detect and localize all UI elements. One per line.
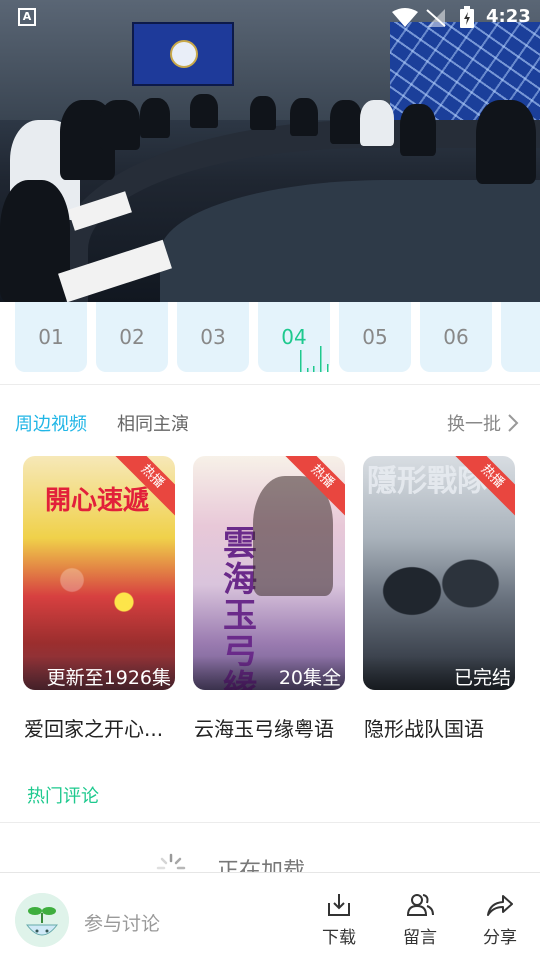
video-scene-person [100, 100, 140, 150]
signal-icon [426, 9, 446, 27]
video-player[interactable] [0, 0, 540, 302]
video-scene-person [140, 98, 170, 138]
video-scene-person [360, 100, 394, 146]
episode-item-active[interactable]: 04 [258, 302, 330, 372]
share-button[interactable]: 分享 [475, 891, 525, 951]
card-title[interactable]: 云海玉弓缘粤语 [194, 713, 346, 742]
comment-button[interactable]: 留言 [395, 891, 445, 951]
poster-art [373, 516, 503, 666]
poster-art-title: 開心速遞 [45, 486, 150, 516]
tab-same-actors[interactable]: 相同主演 [117, 410, 189, 436]
episode-item-partial[interactable] [501, 302, 540, 372]
divider [0, 384, 540, 385]
discuss-input[interactable]: 参与讨论 [84, 909, 160, 936]
bottom-action-bar: 参与讨论 下载 留言 分享 [0, 872, 540, 960]
loading-text: 正在加载 [217, 859, 306, 873]
video-scene-person [476, 100, 536, 184]
share-label: 分享 [483, 928, 517, 948]
video-scene-emblem [170, 40, 198, 68]
battery-icon [460, 6, 474, 28]
hot-comments-heading: 热门评论 [27, 786, 99, 807]
sprout-avatar-icon [15, 893, 69, 947]
poster-art [253, 476, 333, 596]
video-scene-person [250, 96, 276, 130]
share-icon [487, 895, 513, 916]
episode-list[interactable]: 01 02 03 04 05 06 [0, 302, 540, 384]
episode-item[interactable]: 02 [96, 302, 168, 372]
video-card[interactable]: 雲海玉弓緣 热播 20集全 [193, 456, 345, 690]
card-status: 20集全 [278, 667, 341, 689]
episode-item[interactable]: 06 [420, 302, 492, 372]
screen: A 4:23 01 02 03 04 05 06 周边视频 相同主演 换一批 開… [0, 0, 540, 960]
video-scene-person [190, 94, 218, 128]
video-card[interactable]: 隱形戰隊 热播 已完结 [363, 456, 515, 690]
download-button[interactable]: 下载 [314, 891, 364, 951]
status-bar: A 4:23 [0, 0, 540, 36]
chevron-right-icon[interactable] [507, 413, 519, 433]
notification-icon: A [18, 8, 36, 26]
video-scene-person [330, 100, 362, 144]
users-icon [406, 894, 434, 916]
episode-item[interactable]: 01 [15, 302, 87, 372]
video-scene-person [290, 98, 318, 136]
wifi-icon [392, 8, 418, 27]
card-title[interactable]: 隐形战队国语 [364, 713, 516, 742]
video-scene-person [0, 180, 70, 302]
download-label: 下载 [322, 928, 356, 948]
card-status: 更新至1926集 [46, 667, 171, 689]
divider [0, 822, 540, 823]
card-title[interactable]: 爱回家之开心... [24, 713, 176, 742]
episode-item[interactable]: 05 [339, 302, 411, 372]
download-icon [328, 894, 350, 916]
avatar[interactable] [15, 893, 69, 947]
status-time: 4:23 [486, 6, 531, 27]
card-status: 已完结 [453, 667, 511, 689]
tab-nearby-videos[interactable]: 周边视频 [15, 410, 87, 436]
episode-item[interactable]: 03 [177, 302, 249, 372]
poster-art [33, 536, 163, 646]
refresh-batch-button[interactable]: 换一批 [447, 410, 501, 436]
video-card[interactable]: 開心速遞 热播 更新至1926集 [23, 456, 175, 690]
comment-label: 留言 [403, 928, 437, 948]
video-scene-person [400, 104, 436, 156]
playing-indicator-icon [300, 346, 329, 372]
